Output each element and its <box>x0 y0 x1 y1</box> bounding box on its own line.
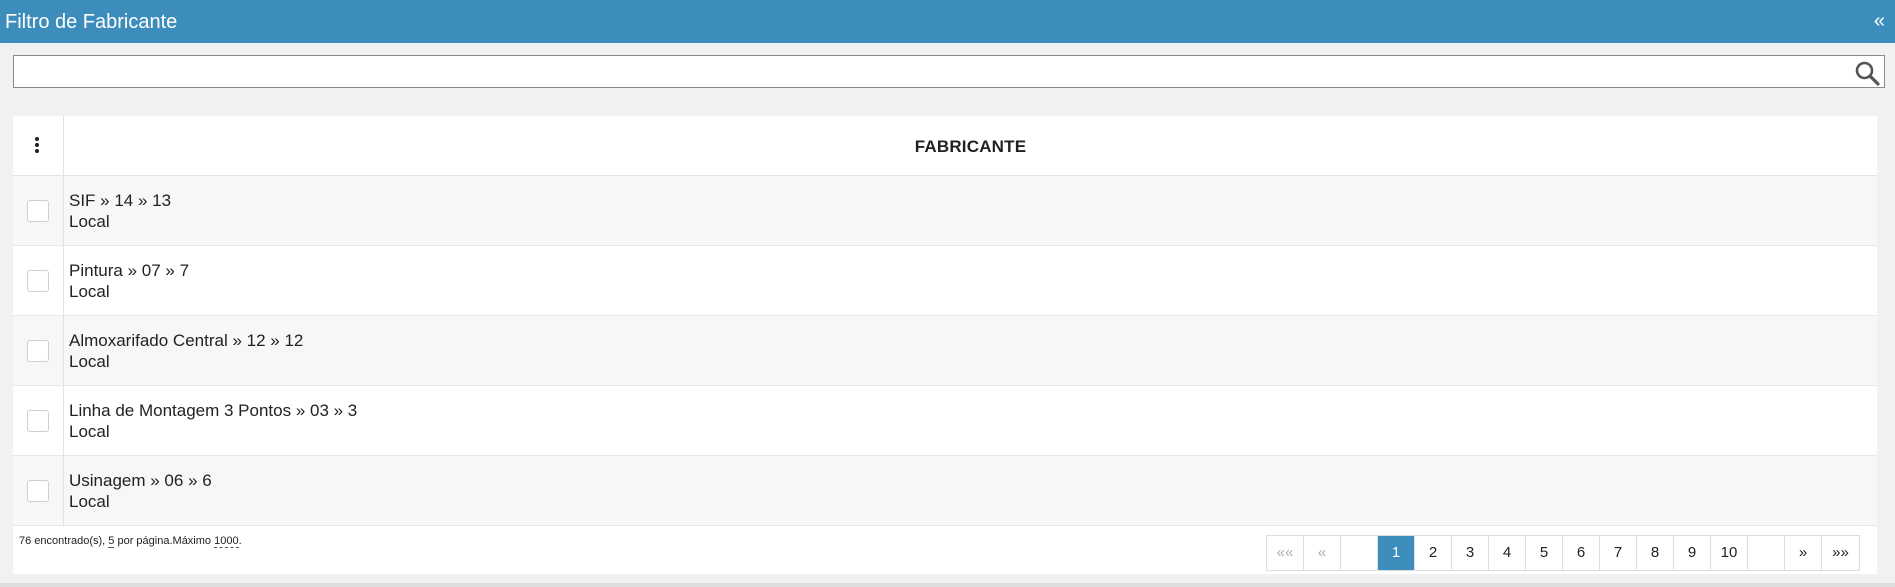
max-label: Máximo <box>172 535 215 547</box>
row-checkbox[interactable] <box>27 340 49 362</box>
first-page-button[interactable]: «« <box>1267 536 1304 570</box>
table-row[interactable]: Almoxarifado Central » 12 » 12 Local <box>13 316 1877 386</box>
table-header: FABRICANTE <box>13 116 1877 176</box>
page-8-button[interactable]: 8 <box>1637 536 1674 570</box>
results-table: FABRICANTE SIF » 14 » 13 Local Pintura »… <box>13 116 1877 574</box>
last-page-button[interactable]: »» <box>1822 536 1859 570</box>
row-checkbox[interactable] <box>27 480 49 502</box>
table-footer: 76 encontrado(s), 5 por página.Máximo 10… <box>13 526 1877 574</box>
results-count: 76 encontrado(s), 5 por página.Máximo 10… <box>19 535 242 548</box>
max-value[interactable]: 1000 <box>214 535 239 548</box>
page-4-button[interactable]: 4 <box>1489 536 1526 570</box>
search-icon[interactable] <box>1854 60 1880 86</box>
bottom-border <box>0 583 1895 587</box>
found-label: encontrado(s), <box>31 535 109 547</box>
pagination: «« « 1 2 3 4 5 6 7 8 9 10 » »» <box>1266 535 1860 571</box>
row-subtitle: Local <box>69 422 110 441</box>
collapse-button[interactable]: « <box>1874 10 1885 33</box>
row-subtitle: Local <box>69 492 110 511</box>
row-name: Pintura » 07 » 7 <box>69 261 190 280</box>
pagination-spacer <box>1341 536 1378 570</box>
count-end: . <box>238 535 242 547</box>
table-row[interactable]: Usinagem » 06 » 6 Local <box>13 456 1877 526</box>
row-subtitle: Local <box>69 352 110 371</box>
per-page-label: por página. <box>114 535 173 547</box>
prev-page-button[interactable]: « <box>1304 536 1341 570</box>
page-9-button[interactable]: 9 <box>1674 536 1711 570</box>
page-6-button[interactable]: 6 <box>1563 536 1600 570</box>
row-checkbox[interactable] <box>27 410 49 432</box>
row-subtitle: Local <box>69 212 110 231</box>
page-5-button[interactable]: 5 <box>1526 536 1563 570</box>
row-name: SIF » 14 » 13 <box>69 191 172 210</box>
row-checkbox[interactable] <box>27 200 49 222</box>
column-divider <box>63 116 64 526</box>
table-row[interactable]: SIF » 14 » 13 Local <box>13 176 1877 246</box>
row-subtitle: Local <box>69 282 110 301</box>
search-box <box>13 55 1885 88</box>
table-row[interactable]: Pintura » 07 » 7 Local <box>13 246 1877 316</box>
search-input[interactable] <box>14 56 1850 87</box>
row-checkbox[interactable] <box>27 270 49 292</box>
count-value: 76 <box>19 535 32 547</box>
row-name: Almoxarifado Central » 12 » 12 <box>69 331 304 350</box>
next-page-button[interactable]: » <box>1785 536 1822 570</box>
column-menu-icon[interactable] <box>27 135 47 155</box>
table-row[interactable]: Linha de Montagem 3 Pontos » 03 » 3 Loca… <box>13 386 1877 456</box>
page-7-button[interactable]: 7 <box>1600 536 1637 570</box>
page-3-button[interactable]: 3 <box>1452 536 1489 570</box>
row-name: Usinagem » 06 » 6 <box>69 471 212 490</box>
column-header-fabricante[interactable]: FABRICANTE <box>64 137 1877 157</box>
pagination-spacer <box>1748 536 1785 570</box>
page-10-button[interactable]: 10 <box>1711 536 1748 570</box>
page-2-button[interactable]: 2 <box>1415 536 1452 570</box>
page-1-button[interactable]: 1 <box>1378 536 1415 570</box>
panel-header: Filtro de Fabricante « <box>0 0 1895 43</box>
page-title: Filtro de Fabricante <box>5 11 178 33</box>
row-name: Linha de Montagem 3 Pontos » 03 » 3 <box>69 401 358 420</box>
